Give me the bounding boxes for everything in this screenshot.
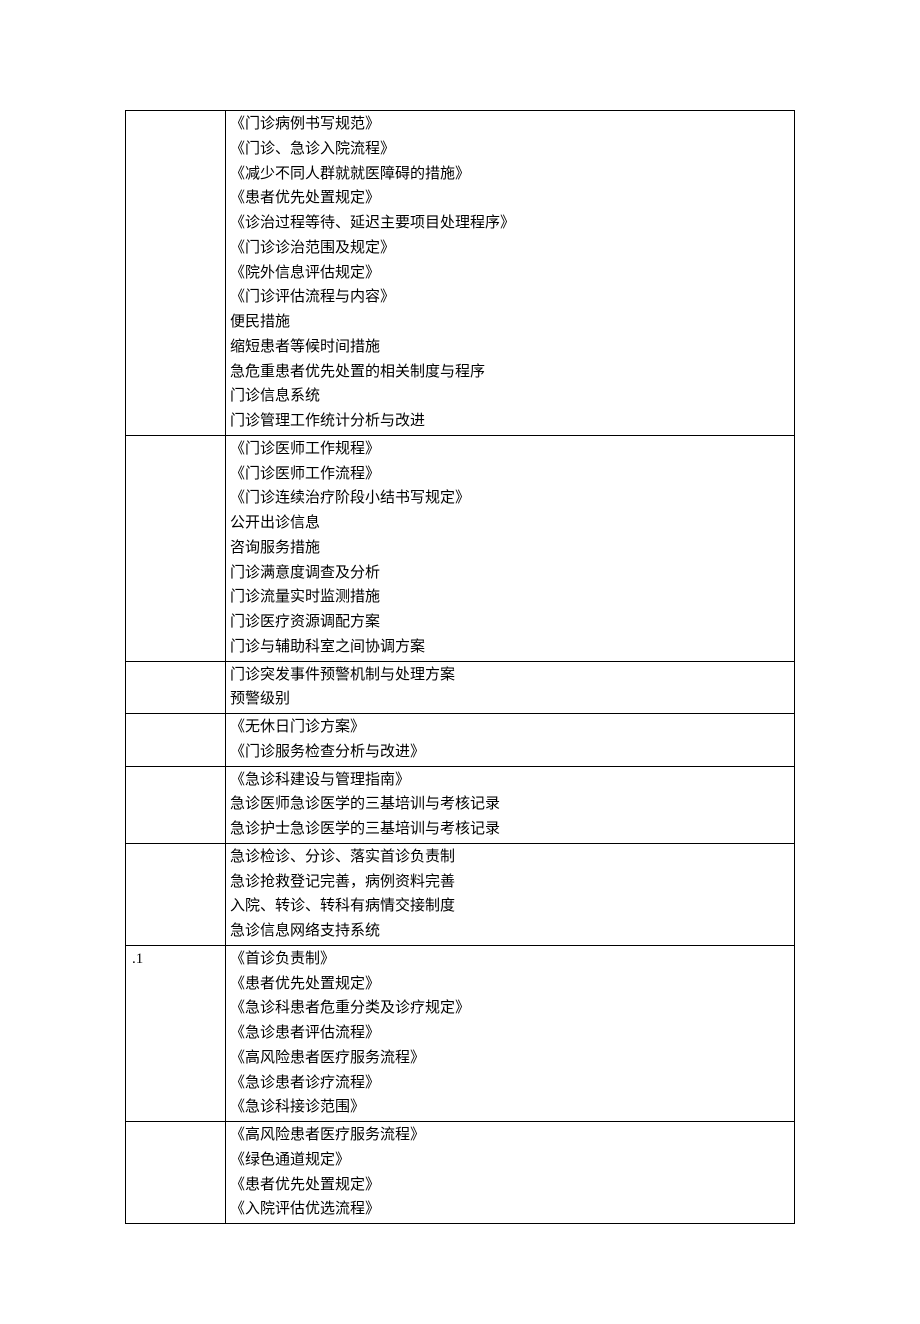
content-line: 《急诊科患者危重分类及诊疗规定》 [230,996,792,1021]
row-content-cell: 《门诊病例书写规范》《门诊、急诊入院流程》《减少不同人群就就医障碍的措施》《患者… [226,111,795,436]
table-row: 《高风险患者医疗服务流程》《绿色通道规定》《患者优先处置规定》《入院评估优选流程… [126,1122,795,1224]
row-content-cell: 《首诊负责制》《患者优先处置规定》《急诊科患者危重分类及诊疗规定》《急诊患者评估… [226,945,795,1121]
table-row: 门诊突发事件预警机制与处理方案预警级别 [126,661,795,714]
row-index-cell [126,843,226,945]
content-line: 门诊满意度调查及分析 [230,561,792,586]
content-line: 门诊信息系统 [230,384,792,409]
content-line: 《门诊诊治范围及规定》 [230,236,792,261]
content-line: 《急诊患者诊疗流程》 [230,1071,792,1096]
content-line: 《诊治过程等待、延迟主要项目处理程序》 [230,211,792,236]
content-line: 预警级别 [230,687,792,712]
table-row: 《急诊科建设与管理指南》急诊医师急诊医学的三基培训与考核记录急诊护士急诊医学的三… [126,766,795,843]
content-line: 门诊突发事件预警机制与处理方案 [230,663,792,688]
row-content-cell: 《高风险患者医疗服务流程》《绿色通道规定》《患者优先处置规定》《入院评估优选流程… [226,1122,795,1224]
table-row: .1《首诊负责制》《患者优先处置规定》《急诊科患者危重分类及诊疗规定》《急诊患者… [126,945,795,1121]
content-line: 急诊检诊、分诊、落实首诊负责制 [230,845,792,870]
content-line: 急诊医师急诊医学的三基培训与考核记录 [230,792,792,817]
content-line: 急诊抢救登记完善，病例资料完善 [230,870,792,895]
content-line: 《院外信息评估规定》 [230,261,792,286]
content-line: 《门诊服务检查分析与改进》 [230,740,792,765]
row-index-cell [126,111,226,436]
content-line: 《患者优先处置规定》 [230,186,792,211]
content-line: 急诊护士急诊医学的三基培训与考核记录 [230,817,792,842]
content-line: 《急诊科建设与管理指南》 [230,768,792,793]
content-line: 《患者优先处置规定》 [230,972,792,997]
content-line: 《高风险患者医疗服务流程》 [230,1046,792,1071]
row-index-cell [126,661,226,714]
content-line: 急诊信息网络支持系统 [230,919,792,944]
row-content-cell: 《无休日门诊方案》《门诊服务检查分析与改进》 [226,714,795,767]
content-line: 《入院评估优选流程》 [230,1197,792,1222]
content-line: 《门诊病例书写规范》 [230,112,792,137]
content-line: 急危重患者优先处置的相关制度与程序 [230,360,792,385]
content-line: 门诊管理工作统计分析与改进 [230,409,792,434]
row-index-cell [126,1122,226,1224]
content-line: 咨询服务措施 [230,536,792,561]
content-line: 《门诊评估流程与内容》 [230,285,792,310]
row-content-cell: 急诊检诊、分诊、落实首诊负责制急诊抢救登记完善，病例资料完善入院、转诊、转科有病… [226,843,795,945]
content-line: 《患者优先处置规定》 [230,1173,792,1198]
row-index-cell: .1 [126,945,226,1121]
row-content-cell: 《急诊科建设与管理指南》急诊医师急诊医学的三基培训与考核记录急诊护士急诊医学的三… [226,766,795,843]
row-index-cell [126,766,226,843]
content-line: 《首诊负责制》 [230,947,792,972]
content-line: 公开出诊信息 [230,511,792,536]
row-index-cell [126,435,226,661]
content-line: 门诊医疗资源调配方案 [230,610,792,635]
row-content-cell: 门诊突发事件预警机制与处理方案预警级别 [226,661,795,714]
document-table: 《门诊病例书写规范》《门诊、急诊入院流程》《减少不同人群就就医障碍的措施》《患者… [125,110,795,1224]
table-row: 急诊检诊、分诊、落实首诊负责制急诊抢救登记完善，病例资料完善入院、转诊、转科有病… [126,843,795,945]
content-line: 门诊流量实时监测措施 [230,585,792,610]
row-content-cell: 《门诊医师工作规程》《门诊医师工作流程》《门诊连续治疗阶段小结书写规定》公开出诊… [226,435,795,661]
content-line: 《绿色通道规定》 [230,1148,792,1173]
content-line: 入院、转诊、转科有病情交接制度 [230,894,792,919]
table-row: 《门诊病例书写规范》《门诊、急诊入院流程》《减少不同人群就就医障碍的措施》《患者… [126,111,795,436]
content-line: 缩短患者等候时间措施 [230,335,792,360]
content-line: 《门诊连续治疗阶段小结书写规定》 [230,486,792,511]
content-line: 《急诊患者评估流程》 [230,1021,792,1046]
table-row: 《门诊医师工作规程》《门诊医师工作流程》《门诊连续治疗阶段小结书写规定》公开出诊… [126,435,795,661]
content-line: 《急诊科接诊范围》 [230,1095,792,1120]
row-index-cell [126,714,226,767]
content-line: 《门诊、急诊入院流程》 [230,137,792,162]
content-line: 门诊与辅助科室之间协调方案 [230,635,792,660]
content-line: 《门诊医师工作流程》 [230,462,792,487]
content-line: 便民措施 [230,310,792,335]
content-line: 《无休日门诊方案》 [230,715,792,740]
content-line: 《减少不同人群就就医障碍的措施》 [230,162,792,187]
content-line: 《高风险患者医疗服务流程》 [230,1123,792,1148]
table-row: 《无休日门诊方案》《门诊服务检查分析与改进》 [126,714,795,767]
content-line: 《门诊医师工作规程》 [230,437,792,462]
